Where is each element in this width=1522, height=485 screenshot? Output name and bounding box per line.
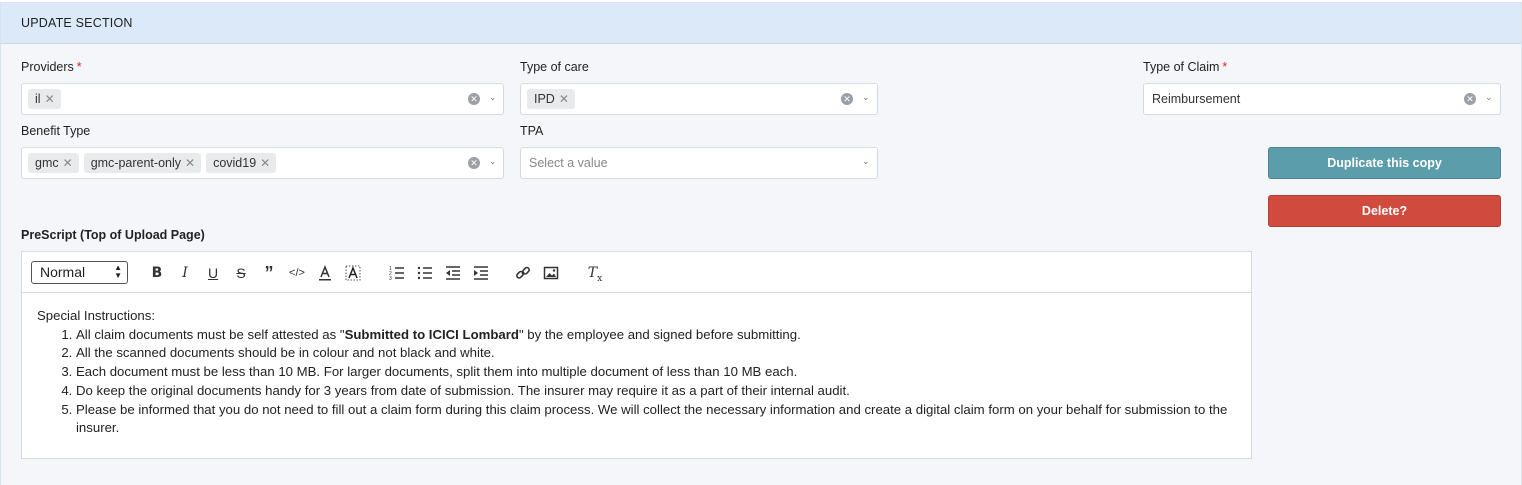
chip-label: gmc (35, 156, 59, 170)
instructions-list: All claim documents must be self atteste… (76, 326, 1241, 438)
type-of-claim-value: Reimbursement (1152, 92, 1241, 106)
strikethrough-icon[interactable]: S (231, 263, 251, 283)
providers-select[interactable]: il ✕ ✕ ⌄ (21, 83, 504, 115)
chip-remove-icon[interactable]: ✕ (559, 92, 569, 106)
ordered-list-icon[interactable]: 123 (387, 263, 407, 283)
list-item-text: " by the employee and signed before subm… (518, 326, 801, 342)
chip-benefit-gmc-parent-only: gmc-parent-only ✕ (83, 153, 202, 173)
format-select-value: Normal (40, 264, 86, 280)
clear-icon[interactable]: ✕ (1464, 93, 1476, 105)
chevron-down-icon[interactable]: ⌄ (862, 156, 872, 170)
chip-label: il (35, 92, 41, 106)
list-item: Do keep the original documents handy for… (76, 382, 1241, 401)
section-title: UPDATE SECTION (21, 16, 133, 30)
list-item: Please be informed that you do not need … (76, 401, 1241, 438)
format-select[interactable]: Normal ▲ ▼ (31, 261, 128, 284)
chip-label: gmc-parent-only (90, 156, 182, 170)
italic-icon[interactable]: I (175, 263, 195, 283)
indent-icon[interactable] (471, 263, 491, 283)
prescript-label: PreScript (Top of Upload Page) (21, 228, 205, 242)
chip-benefit-gmc: gmc ✕ (28, 153, 79, 173)
chip-label: IPD (534, 92, 555, 106)
underline-icon[interactable]: U (203, 263, 223, 283)
chevron-down-icon[interactable]: ⌄ (489, 92, 499, 106)
clear-format-icon[interactable]: Tx (585, 263, 605, 284)
type-of-claim-label: Type of Claim * (1143, 60, 1227, 74)
clear-icon[interactable]: ✕ (468, 157, 480, 169)
link-icon[interactable] (513, 263, 533, 283)
chevron-down-icon[interactable]: ⌄ (1485, 92, 1495, 106)
duplicate-button[interactable]: Duplicate this copy (1268, 147, 1501, 179)
outdent-icon[interactable] (443, 263, 463, 283)
clear-icon[interactable]: ✕ (841, 93, 853, 105)
required-marker: * (76, 60, 82, 74)
chip-remove-icon[interactable]: ✕ (45, 92, 55, 106)
list-item-text: All claim documents must be self atteste… (76, 326, 345, 342)
chip-remove-icon[interactable]: ✕ (260, 156, 270, 170)
benefit-type-select[interactable]: gmc ✕ gmc-parent-only ✕ covid19 ✕ ✕ ⌄ (21, 147, 504, 179)
tpa-select[interactable]: Select a value ⌄ (520, 147, 878, 179)
chevron-down-icon[interactable]: ⌄ (862, 92, 872, 106)
editor-toolbar: Normal ▲ ▼ B I U S ” </> 123 Tx (22, 252, 1251, 293)
list-item: All the scanned documents should be in c… (76, 344, 1241, 363)
type-of-claim-select[interactable]: Reimbursement ✕ ⌄ (1143, 83, 1501, 115)
chip-remove-icon[interactable]: ✕ (185, 156, 195, 170)
blockquote-icon[interactable]: ” (259, 263, 279, 283)
chip-label: covid19 (213, 156, 257, 170)
bold-icon[interactable]: B (147, 263, 167, 283)
bullet-list-icon[interactable] (415, 263, 435, 283)
svg-text:3: 3 (389, 276, 392, 281)
rich-text-editor[interactable]: Normal ▲ ▼ B I U S ” </> 123 Tx Special … (21, 251, 1252, 459)
required-marker: * (1222, 60, 1228, 74)
chip-providers-il: il ✕ (28, 89, 61, 109)
chip-remove-icon[interactable]: ✕ (63, 156, 73, 170)
chevron-down-icon[interactable]: ⌄ (489, 156, 499, 170)
benefit-type-label: Benefit Type (21, 124, 91, 138)
type-of-claim-label-text: Type of Claim (1143, 60, 1220, 74)
tpa-placeholder: Select a value (529, 156, 608, 170)
list-item: All claim documents must be self atteste… (76, 326, 1241, 345)
providers-label-text: Providers (21, 60, 74, 74)
list-item-bold-text: Submitted to ICICI Lombard (344, 326, 519, 342)
delete-button[interactable]: Delete? (1268, 195, 1501, 227)
background-color-icon[interactable] (343, 263, 363, 283)
list-item: Each document must be less than 10 MB. F… (76, 363, 1241, 382)
updown-icon: ▲ ▼ (114, 263, 122, 280)
section-header: UPDATE SECTION (1, 3, 1521, 44)
chip-benefit-covid19: covid19 ✕ (206, 153, 277, 173)
code-icon[interactable]: </> (287, 263, 307, 283)
providers-label: Providers * (21, 60, 82, 74)
type-of-care-label: Type of care (520, 60, 589, 74)
image-icon[interactable] (541, 263, 561, 283)
intro-text: Special Instructions: (37, 308, 156, 323)
chip-type-of-care-ipd: IPD ✕ (527, 89, 575, 109)
clear-icon[interactable]: ✕ (468, 93, 480, 105)
editor-content[interactable]: Special Instructions: All claim document… (37, 307, 1241, 438)
tpa-label: TPA (520, 124, 544, 138)
text-color-icon[interactable] (315, 263, 335, 283)
type-of-care-select[interactable]: IPD ✕ ✕ ⌄ (520, 83, 878, 115)
